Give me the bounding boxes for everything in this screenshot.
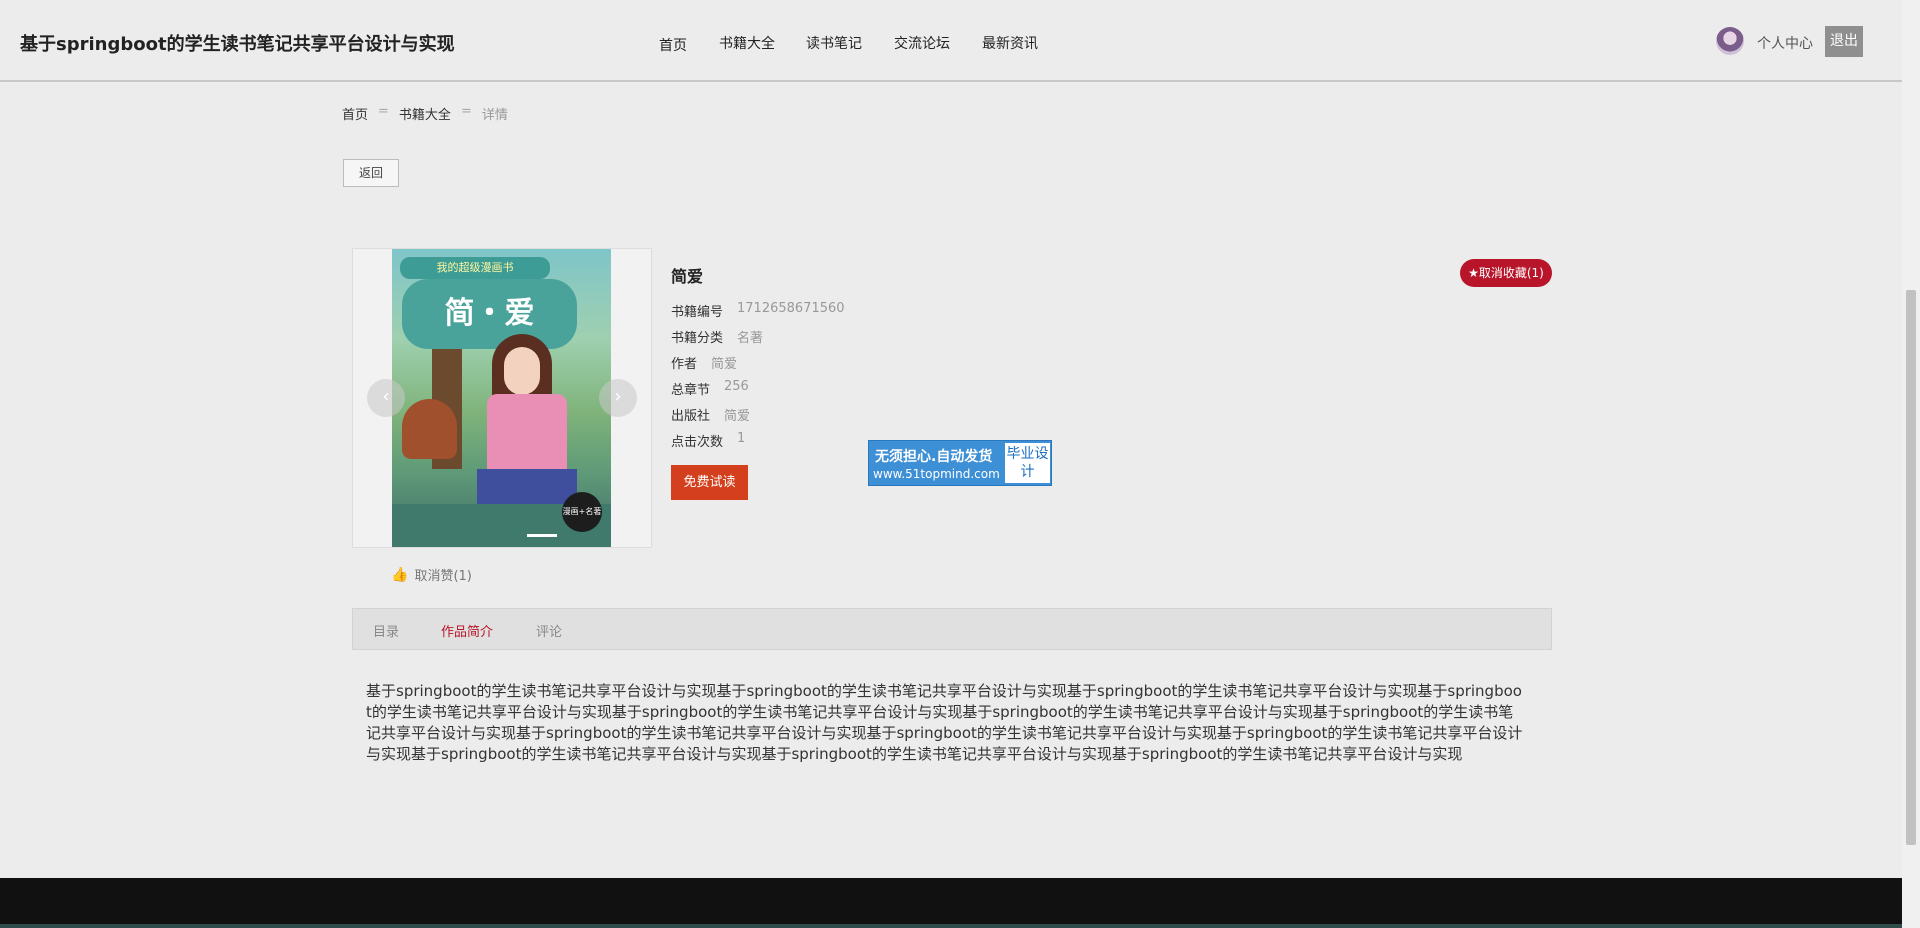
book-cover-image: 我的超级漫画书 简・爱 漫画+名著 <box>392 249 611 547</box>
nav-item-notes[interactable]: 读书笔记 <box>806 33 862 53</box>
tab-comments[interactable]: 评论 <box>536 621 562 640</box>
book-title: 简爱 <box>671 267 704 286</box>
info-value: 1712658671560 <box>737 301 845 316</box>
info-label: 点击次数 <box>671 435 724 450</box>
info-row-book-id: 书籍编号 1712658671560 <box>671 301 845 320</box>
introduction-content: 基于springboot的学生读书笔记共享平台设计与实现基于springboot… <box>366 682 1523 763</box>
breadcrumb-separator: = <box>378 104 389 119</box>
logout-button[interactable]: 退出 <box>1825 26 1863 57</box>
info-row-author: 作者 简爱 <box>671 353 737 372</box>
cover-horse <box>402 399 457 459</box>
info-label: 书籍编号 <box>671 305 724 320</box>
cover-seal: 漫画+名著 <box>562 492 602 532</box>
breadcrumb-books[interactable]: 书籍大全 <box>399 104 451 123</box>
breadcrumb: 首页 = 书籍大全 = 详情 <box>342 104 508 123</box>
info-label: 总章节 <box>671 383 711 398</box>
info-value: 名著 <box>737 331 764 346</box>
info-row-publisher: 出版社 简爱 <box>671 405 750 424</box>
info-value: 256 <box>724 379 749 394</box>
user-center-link[interactable]: 个人中心 <box>1757 33 1813 53</box>
page-footer <box>0 878 1902 928</box>
nav-item-home[interactable]: 首页 <box>659 35 687 55</box>
cover-title: 简・爱 <box>402 279 577 349</box>
info-label: 书籍分类 <box>671 331 724 346</box>
breadcrumb-current: 详情 <box>481 108 508 123</box>
site-title: 基于springboot的学生读书笔记共享平台设计与实现 <box>20 34 455 55</box>
nav-item-news[interactable]: 最新资讯 <box>982 33 1038 53</box>
like-button[interactable]: 👍 取消赞(1) <box>391 565 472 585</box>
ad-banner[interactable]: 无须担心.自动发货 www.51topmind.com 毕业设计 <box>868 440 1052 486</box>
breadcrumb-home[interactable]: 首页 <box>342 104 368 123</box>
ad-url: www.51topmind.com <box>873 467 1000 481</box>
scrollbar-thumb[interactable] <box>1906 290 1916 845</box>
like-label: 取消赞(1) <box>414 569 472 584</box>
book-image-carousel: 我的超级漫画书 简・爱 漫画+名著 ‹ › <box>352 248 652 548</box>
ad-badge: 毕业设计 <box>1005 443 1050 483</box>
cover-girl-body <box>487 394 567 474</box>
chevron-left-icon[interactable]: ‹ <box>367 379 405 417</box>
info-row-chapters: 总章节 256 <box>671 379 749 398</box>
free-trial-button[interactable]: 免费试读 <box>671 465 748 500</box>
nav-item-forum[interactable]: 交流论坛 <box>894 33 950 53</box>
breadcrumb-separator: = <box>460 104 472 119</box>
cover-banner: 我的超级漫画书 <box>400 257 550 279</box>
cover-girl-face <box>504 347 540 395</box>
avatar[interactable] <box>1716 27 1744 55</box>
footer-strip <box>0 924 1902 928</box>
ad-line1: 无须担心.自动发货 <box>875 449 993 465</box>
cancel-favorite-button[interactable]: ★取消收藏(1) <box>1460 259 1552 287</box>
info-value: 简爱 <box>711 357 738 372</box>
info-value: 1 <box>737 431 746 446</box>
top-header: 基于springboot的学生读书笔记共享平台设计与实现 首页 书籍大全 读书笔… <box>0 0 1902 82</box>
back-button[interactable]: 返回 <box>343 159 399 187</box>
page-scrollbar[interactable] <box>1902 0 1920 928</box>
info-row-category: 书籍分类 名著 <box>671 327 763 346</box>
detail-tabs: 目录 作品简介 评论 <box>352 608 1552 650</box>
nav-item-books[interactable]: 书籍大全 <box>719 33 775 53</box>
info-value: 简爱 <box>724 409 751 424</box>
chevron-right-icon[interactable]: › <box>599 379 637 417</box>
tab-introduction[interactable]: 作品简介 <box>441 621 493 640</box>
tab-catalog[interactable]: 目录 <box>373 621 399 640</box>
carousel-dot[interactable] <box>527 534 557 537</box>
info-row-clicks: 点击次数 1 <box>671 431 745 450</box>
info-label: 作者 <box>671 357 698 372</box>
info-label: 出版社 <box>671 409 711 424</box>
thumbs-up-icon: 👍 <box>391 566 409 583</box>
